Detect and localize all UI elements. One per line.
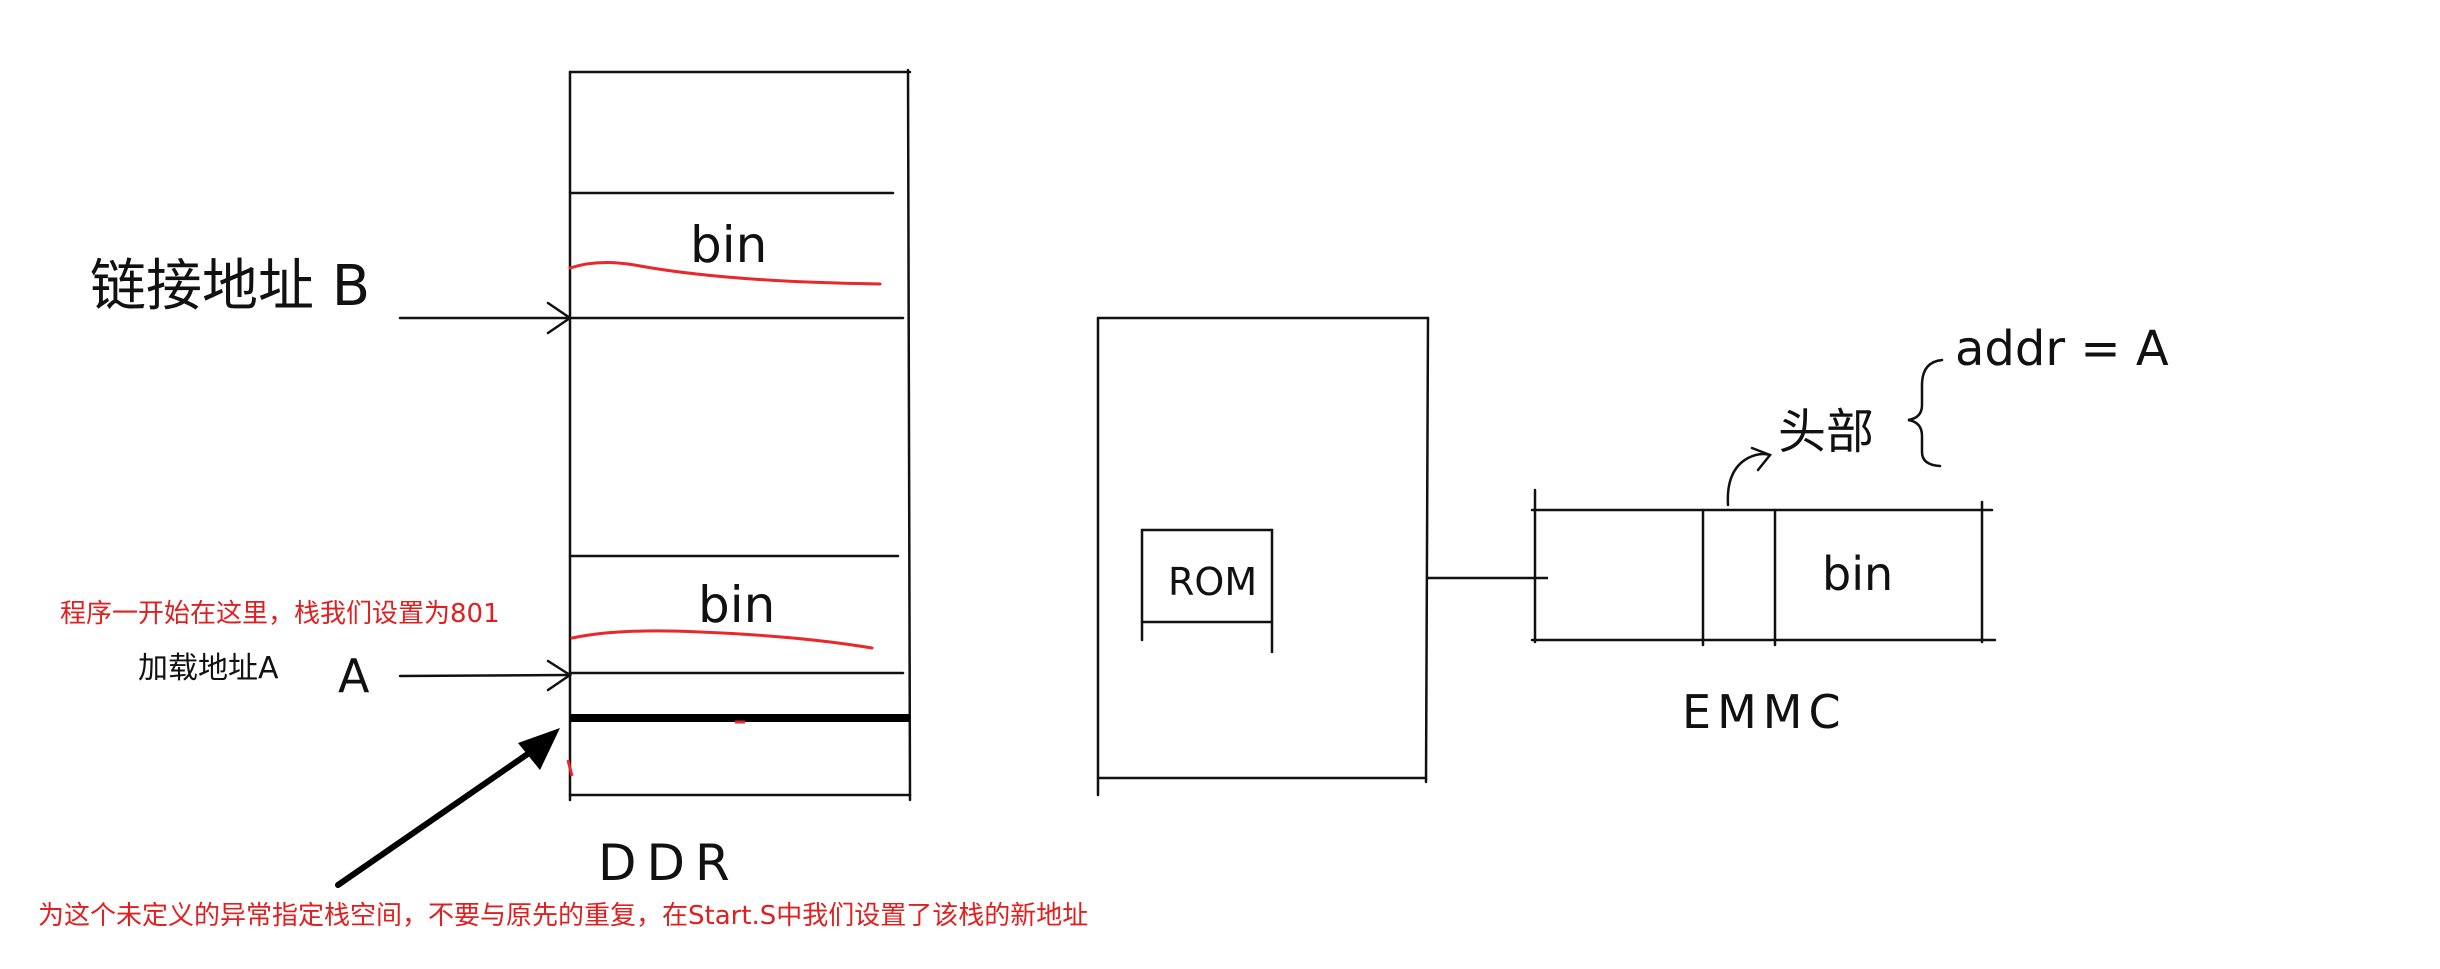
header-brace [1907, 358, 1944, 468]
ddr-top-bin-label: bin [690, 216, 767, 274]
soc-box [1096, 316, 1430, 797]
load-address-letter: A [338, 649, 370, 703]
emmc-header-arrow [1726, 446, 1773, 507]
rom-label: ROM [1168, 560, 1257, 604]
stack-pointer-arrow [335, 728, 560, 888]
ddr-bottom-bin-label: bin [698, 576, 775, 634]
ddr-memory-block [568, 68, 912, 802]
ddr-caption: DDR [598, 834, 740, 892]
ddr-emmc-boot-diagram: bin bin DDR 链接地址 B 程序一开始在这里，栈我们设置为801 加载… [38, 68, 2169, 931]
emmc-bin-label: bin [1822, 547, 1893, 601]
link-address-arrow [398, 301, 573, 335]
ddr-right-wall [906, 68, 912, 802]
link-address-label: 链接地址 B [90, 254, 370, 319]
emmc-caption: EMMC [1682, 685, 1847, 739]
emmc-header-label: 头部 [1778, 404, 1874, 460]
load-address-arrow [398, 659, 573, 692]
undefined-stack-annotation: 为这个未定义的异常指定栈空间，不要与原先的重复，在Start.S中我们设置了该栈… [38, 901, 1088, 931]
program-start-annotation: 程序一开始在这里，栈我们设置为801 [60, 599, 500, 629]
emmc-block [1530, 488, 1997, 647]
header-address-note: addr = A [1955, 321, 2169, 377]
load-address-label: 加载地址A [138, 651, 279, 686]
ddr-red-tick-left [566, 759, 574, 777]
